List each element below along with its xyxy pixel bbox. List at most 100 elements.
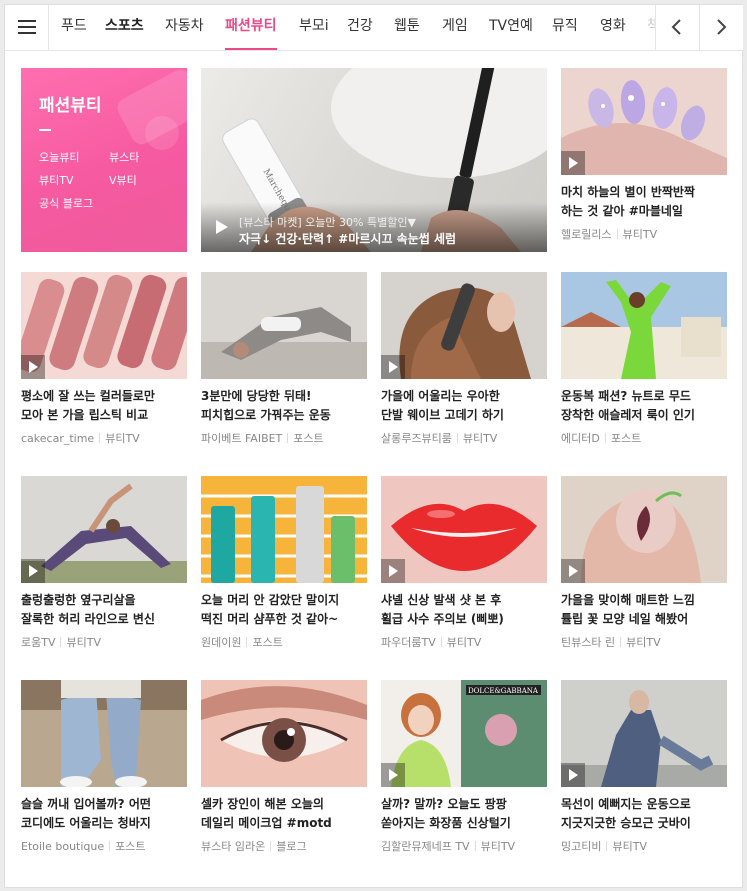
card-meta: 로움TV 뷰티TV — [21, 634, 101, 650]
play-icon — [561, 559, 585, 583]
play-icon — [561, 763, 585, 787]
card-source: 뷰스타 임라온 — [201, 840, 266, 853]
card-channel: 뷰티TV — [66, 636, 101, 649]
card-channel: 뷰티TV — [462, 432, 498, 445]
tab-tv-entertainment[interactable]: TV연예 — [489, 5, 533, 50]
card-thumbnail — [201, 680, 367, 787]
card-thumbnail: DOLCE&GABBANA — [381, 680, 547, 787]
card-thumbnail — [561, 68, 727, 175]
card-title: 출렁출렁한 옆구리살을 잘록한 허리 라인으로 변신 — [21, 593, 155, 626]
card-meta: 밍고티비 뷰티TV — [561, 838, 647, 854]
card-meta: 파이베트 FAIBET 포스트 — [201, 430, 324, 446]
card-source: 에디터D — [561, 432, 600, 445]
card-source: 원데이원 — [201, 636, 242, 649]
title-divider — [39, 129, 51, 131]
card-title: 운동복 패션? 뉴트로 무드 장착한 애슬레저 룩이 인기 — [561, 389, 695, 422]
card-meta: 파우더룸TV 뷰티TV — [381, 634, 481, 650]
card-source: 파우더룸TV — [381, 636, 436, 649]
card-thumbnail — [21, 476, 187, 583]
play-icon — [21, 559, 45, 583]
card-title: 슬슬 꺼내 입어볼까? 어떤 코디에도 어울리는 청바지 — [21, 797, 151, 830]
card-source: 밍고티비 — [561, 840, 602, 853]
link-beauty-tv[interactable]: 뷰티TV — [39, 172, 73, 188]
tab-webtoon[interactable]: 웹툰 — [394, 5, 420, 50]
link-official-blog[interactable]: 공식 블로그 — [39, 195, 93, 211]
svg-text:DOLCE&GABBANA: DOLCE&GABBANA — [468, 687, 539, 695]
card-title: 마치 하늘의 별이 반짝반짝 하는 것 같아 #마블네일 — [561, 185, 695, 218]
chevron-right-icon[interactable] — [699, 5, 743, 50]
card-thumbnail — [561, 476, 727, 583]
card-channel: 뷰티TV — [612, 840, 647, 853]
card-channel: 뷰티TV — [480, 840, 516, 853]
card-source: 파이베트 FAIBET — [201, 432, 283, 445]
featured-title: 자극↓ 건강·탄력↑ #마르시끄 속눈썹 세럼 — [239, 232, 457, 246]
play-icon — [381, 559, 405, 583]
card-title: 3분만에 당당한 뒤태! 피치힙으로 가꿔주는 운동 — [201, 389, 331, 422]
tab-sports[interactable]: 스포츠 — [105, 5, 144, 50]
card-channel: 포스트 — [610, 432, 642, 445]
link-v-beauty[interactable]: V뷰티 — [109, 172, 137, 188]
card-source: cakecar_time — [21, 432, 95, 445]
play-icon — [21, 355, 45, 379]
card-source: 틴뷰스타 린 — [561, 636, 616, 649]
card-thumbnail — [561, 272, 727, 379]
card-title: 셀카 장인이 해본 오늘의 데일리 메이크업 #motd — [201, 797, 332, 830]
card-title: 가을을 맞이해 매트한 느낌 튤립 꽃 모양 네일 해봤어 — [561, 593, 695, 626]
link-beauty-star[interactable]: 뷰스타 — [109, 149, 139, 165]
card-title: 목선이 예뻐지는 운동으로 지긋지긋한 승모근 굿바이 — [561, 797, 691, 830]
tab-fashion-beauty[interactable]: 패션뷰티 — [225, 5, 277, 50]
card-source: Etoile boutique — [21, 840, 105, 853]
card-title: 평소에 잘 쓰는 컬러들로만 모아 본 가을 립스틱 비교 — [21, 389, 155, 422]
card-channel: 포스트 — [293, 432, 324, 445]
featured-subtitle: [뷰스타 마켓] 오늘만 30% 특별할인▼ — [239, 216, 416, 229]
tab-book[interactable]: 책 — [647, 5, 655, 50]
tab-health[interactable]: 건강 — [347, 5, 373, 50]
card-title: 가을에 어울리는 우아한 단발 웨이브 고데기 하기 — [381, 389, 504, 422]
card-source: 헬로릴리스 — [561, 228, 612, 241]
card-title: 샤넬 신상 발색 샷 본 후 휠급 사수 주의보 (삐뽀) — [381, 593, 504, 626]
card-meta: 살롱루즈뷰티룸 뷰티TV — [381, 430, 497, 446]
play-icon — [381, 355, 405, 379]
card-meta: 뷰스타 임라온 블로그 — [201, 838, 307, 854]
featured-video-card[interactable]: Marcheque [뷰스타 마켓] 오늘만 30% 특별할인▼ 자극↓ 건강·… — [201, 68, 547, 252]
card-channel: 포스트 — [115, 840, 146, 853]
card-thumbnail — [21, 680, 187, 787]
card-thumbnail — [201, 476, 367, 583]
play-icon — [561, 151, 585, 175]
card-channel: 뷰티TV — [446, 636, 482, 649]
card-meta: cakecar_time 뷰티TV — [21, 430, 140, 446]
tab-car[interactable]: 자동차 — [165, 5, 204, 50]
card-meta: Etoile boutique 포스트 — [21, 838, 146, 854]
card-source: 김할란뮤제네프 TV — [381, 840, 470, 853]
card-title: 살까? 말까? 오늘도 팡팡 쏟아지는 화장품 신상털기 — [381, 797, 511, 830]
card-channel: 뷰티TV — [622, 228, 658, 241]
menu-icon[interactable] — [5, 5, 49, 50]
category-tabs: 푸드 스포츠 자동차 패션뷰티 부모i 건강 웹툰 게임 TV연예 뮤직 영화 … — [49, 5, 655, 50]
card-meta: 김할란뮤제네프 TV 뷰티TV — [381, 838, 515, 854]
card-thumbnail — [381, 272, 547, 379]
chevron-left-icon[interactable] — [655, 5, 699, 50]
category-nav: 푸드 스포츠 자동차 패션뷰티 부모i 건강 웹툰 게임 TV연예 뮤직 영화 … — [5, 5, 744, 51]
play-icon — [216, 220, 228, 234]
play-icon — [381, 763, 405, 787]
tab-movie[interactable]: 영화 — [600, 5, 626, 50]
tab-music[interactable]: 뮤직 — [552, 5, 578, 50]
tab-food[interactable]: 푸드 — [61, 5, 87, 50]
card-source: 살롱루즈뷰티룸 — [381, 432, 452, 445]
card-thumbnail — [561, 680, 727, 787]
link-today-beauty[interactable]: 오늘뷰티 — [39, 149, 79, 165]
card-thumbnail — [381, 476, 547, 583]
card-meta: 헬로릴리스 뷰티TV — [561, 226, 657, 242]
card-channel: 뷰티TV — [105, 432, 140, 445]
category-box: 패션뷰티 오늘뷰티 뷰스타 뷰티TV V뷰티 공식 블로그 — [21, 68, 187, 252]
card-title: 오늘 머리 안 감았단 말이지 떡진 머리 샴푸한 것 같아~ — [201, 593, 340, 626]
content-frame: 푸드 스포츠 자동차 패션뷰티 부모i 건강 웹툰 게임 TV연예 뮤직 영화 … — [4, 4, 744, 888]
card-channel: 블로그 — [276, 840, 307, 853]
category-title: 패션뷰티 — [39, 96, 102, 116]
card-thumbnail — [21, 272, 187, 379]
card-meta: 원데이원 포스트 — [201, 634, 283, 650]
card-channel: 뷰티TV — [626, 636, 661, 649]
tab-game[interactable]: 게임 — [442, 5, 468, 50]
tab-parenting[interactable]: 부모i — [299, 5, 329, 50]
card-meta: 에디터D 포스트 — [561, 430, 641, 446]
